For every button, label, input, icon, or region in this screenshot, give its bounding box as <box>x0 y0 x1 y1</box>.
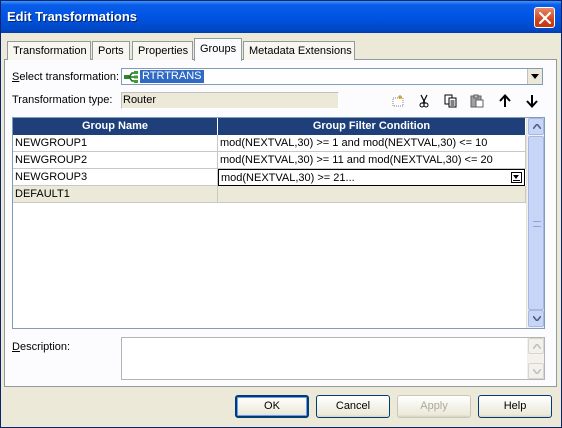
group-filter-condition-cell[interactable] <box>218 186 526 203</box>
scroll-down-button[interactable] <box>528 310 544 327</box>
description-label: Description: <box>12 341 71 353</box>
edit-transformations-dialog: Edit Transformations Transformation Port… <box>0 0 562 428</box>
move-up-icon <box>499 94 511 107</box>
group-filter-condition-cell-editing[interactable]: mod(NEXTVAL,30) >= 21... <box>218 169 525 186</box>
column-header-group-name[interactable]: Group Name <box>13 118 218 135</box>
scroll-thumb[interactable] <box>528 136 544 310</box>
move-down-button[interactable] <box>523 92 543 111</box>
select-transformation-dropdown[interactable]: RTRTRANS <box>121 68 543 85</box>
cancel-button[interactable]: Cancel <box>316 395 390 418</box>
dropdown-arrow-button[interactable] <box>527 69 542 84</box>
groups-grid: Group Name Group Filter Condition NEWGRO… <box>12 117 545 329</box>
tab-ports[interactable]: Ports <box>92 41 130 60</box>
table-row[interactable]: NEWGROUP3 mod(NEXTVAL,30) >= 21... <box>13 169 526 186</box>
expand-arrow-icon <box>513 175 520 181</box>
group-filter-condition-cell[interactable]: mod(NEXTVAL,30) >= 11 and mod(NEXTVAL,30… <box>218 152 526 169</box>
close-icon <box>539 12 551 24</box>
window-title: Edit Transformations <box>7 9 138 24</box>
help-button[interactable]: Help <box>478 395 552 418</box>
new-icon <box>392 95 404 107</box>
description-scroll-up-button[interactable] <box>528 338 544 354</box>
description-scroll-down-button[interactable] <box>528 363 544 379</box>
chevron-down-icon <box>531 74 539 79</box>
paste-button[interactable] <box>468 92 488 111</box>
select-transformation-label: Select transformation: <box>12 71 119 83</box>
move-up-button[interactable] <box>496 92 516 111</box>
close-button[interactable] <box>534 7 555 28</box>
expression-editor-button[interactable] <box>511 172 522 183</box>
group-filter-condition-text: mod(NEXTVAL,30) >= 21... <box>221 172 355 184</box>
transformation-type-label: Transformation type: <box>12 94 113 106</box>
table-row[interactable]: NEWGROUP1 mod(NEXTVAL,30) >= 1 and mod(N… <box>13 135 526 152</box>
title-bar[interactable]: Edit Transformations <box>1 1 561 33</box>
router-transformation-icon <box>124 71 138 83</box>
chevron-down-icon <box>533 369 541 374</box>
chevron-up-icon <box>533 124 541 129</box>
copy-button[interactable] <box>442 92 462 111</box>
description-textarea[interactable] <box>121 337 545 380</box>
select-transformation-value: RTRTRANS <box>140 70 204 83</box>
chevron-down-icon <box>533 316 541 321</box>
chevron-up-icon <box>533 344 541 349</box>
tab-metadata-extensions[interactable]: Metadata Extensions <box>243 41 355 60</box>
tab-groups[interactable]: Groups <box>194 38 242 61</box>
paste-icon <box>470 94 484 108</box>
column-header-group-filter-condition[interactable]: Group Filter Condition <box>218 118 526 135</box>
table-row[interactable]: DEFAULT1 <box>13 186 526 203</box>
tab-transformation[interactable]: Transformation <box>7 41 91 60</box>
grid-header: Group Name Group Filter Condition <box>13 118 526 135</box>
copy-icon <box>444 94 457 108</box>
apply-button[interactable]: Apply <box>397 395 471 418</box>
description-scrollbar[interactable] <box>527 338 544 379</box>
move-down-icon <box>526 95 538 108</box>
grip-icon <box>533 221 541 227</box>
grid-vertical-scrollbar[interactable] <box>526 118 544 328</box>
cut-button[interactable] <box>415 92 435 111</box>
cut-icon <box>419 94 429 108</box>
ok-button[interactable]: OK <box>235 395 309 418</box>
group-name-cell[interactable]: NEWGROUP3 <box>13 169 218 186</box>
table-row[interactable]: NEWGROUP2 mod(NEXTVAL,30) >= 11 and mod(… <box>13 152 526 169</box>
group-name-cell[interactable]: DEFAULT1 <box>13 186 218 203</box>
group-name-cell[interactable]: NEWGROUP1 <box>13 135 218 152</box>
scroll-up-button[interactable] <box>528 118 544 135</box>
group-name-cell[interactable]: NEWGROUP2 <box>13 152 218 169</box>
tab-properties[interactable]: Properties <box>132 41 193 60</box>
transformation-type-field: Router <box>121 92 339 109</box>
new-group-button[interactable] <box>389 92 409 111</box>
group-filter-condition-cell[interactable]: mod(NEXTVAL,30) >= 1 and mod(NEXTVAL,30)… <box>218 135 526 152</box>
